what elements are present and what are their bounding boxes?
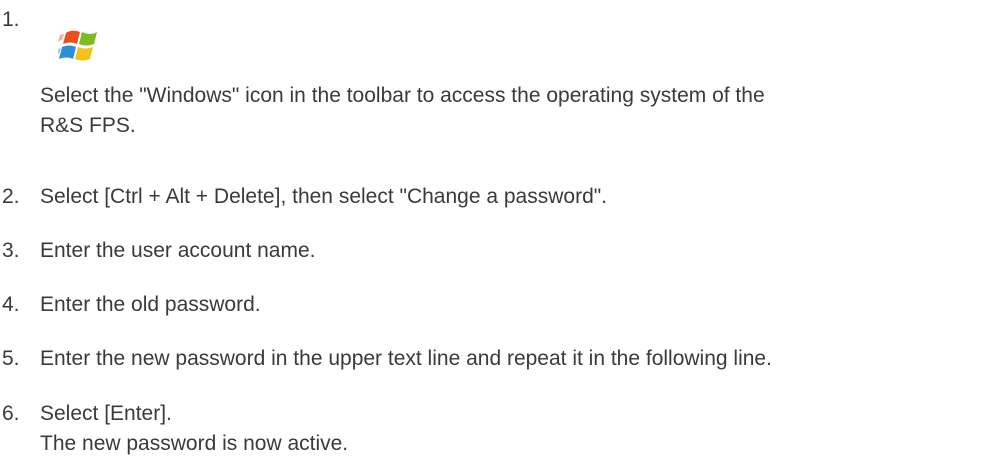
step-text-line: Enter the user account name. <box>40 239 316 262</box>
step-text: Enter the new password in the upper text… <box>40 344 980 374</box>
step-text: Enter the old password. <box>40 290 980 320</box>
step-text-line: Select [Enter]. <box>40 402 172 425</box>
step-text-line: Select [Ctrl + Alt + Delete], then selec… <box>40 185 608 208</box>
step-text: Select [Enter]. The new password is now … <box>40 399 980 459</box>
step-text: Select the "Windows" icon in the toolbar… <box>40 81 980 141</box>
step-result-line: The new password is now active. <box>40 432 349 455</box>
step-number: 6. <box>2 402 20 425</box>
step-text: Select [Ctrl + Alt + Delete], then selec… <box>40 182 980 212</box>
step-text-line: R&S FPS. <box>40 114 136 137</box>
step-number: 5. <box>2 347 20 370</box>
step-number: 3. <box>2 239 20 262</box>
step-text-line: Select the "Windows" icon in the toolbar… <box>40 84 765 107</box>
windows-logo-icon <box>56 27 106 67</box>
step-text-line: Enter the new password in the upper text… <box>40 347 772 370</box>
step-number: 4. <box>2 293 20 316</box>
step-number: 2. <box>2 185 20 208</box>
step-text: Enter the user account name. <box>40 236 980 266</box>
step-text-line: Enter the old password. <box>40 293 261 316</box>
step-number: 1. <box>2 8 20 31</box>
